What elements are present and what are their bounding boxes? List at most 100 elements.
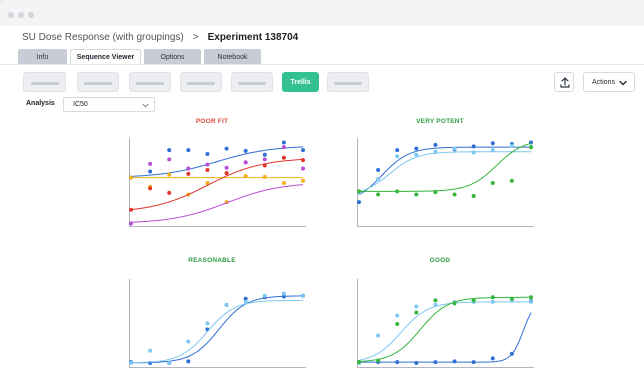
- data-point[interactable]: [357, 360, 361, 365]
- data-point[interactable]: [433, 360, 438, 365]
- data-point[interactable]: [205, 151, 210, 156]
- data-point[interactable]: [129, 175, 133, 180]
- data-point[interactable]: [205, 321, 210, 326]
- export-button[interactable]: [554, 72, 574, 92]
- data-point[interactable]: [262, 152, 267, 157]
- toolbar-button[interactable]: [231, 72, 273, 92]
- data-point[interactable]: [262, 174, 267, 179]
- data-point[interactable]: [148, 169, 153, 174]
- data-point[interactable]: [281, 145, 286, 150]
- data-point[interactable]: [490, 141, 495, 146]
- data-point[interactable]: [167, 190, 172, 195]
- data-point[interactable]: [509, 296, 514, 301]
- analysis-select[interactable]: IC50: [63, 97, 155, 112]
- data-point[interactable]: [395, 148, 400, 153]
- data-point[interactable]: [509, 351, 514, 356]
- data-point[interactable]: [281, 291, 286, 296]
- data-point[interactable]: [167, 157, 172, 162]
- toolbar-button[interactable]: [129, 72, 171, 92]
- data-point[interactable]: [148, 186, 153, 191]
- data-point[interactable]: [129, 221, 133, 226]
- data-point[interactable]: [281, 140, 286, 145]
- data-point[interactable]: [433, 298, 438, 303]
- data-point[interactable]: [129, 207, 133, 212]
- data-point[interactable]: [224, 146, 229, 151]
- data-point[interactable]: [433, 190, 438, 195]
- data-point[interactable]: [357, 189, 361, 194]
- data-point[interactable]: [301, 293, 305, 298]
- data-point[interactable]: [376, 177, 381, 182]
- data-point[interactable]: [490, 356, 495, 361]
- data-point[interactable]: [186, 171, 191, 176]
- data-point[interactable]: [414, 304, 419, 309]
- data-point[interactable]: [167, 148, 172, 153]
- toolbar-button[interactable]: [77, 72, 119, 92]
- data-point[interactable]: [414, 152, 419, 157]
- toolbar-button[interactable]: [180, 72, 222, 92]
- data-point[interactable]: [471, 150, 476, 155]
- actions-button[interactable]: Actions: [583, 72, 635, 92]
- data-point[interactable]: [186, 339, 191, 344]
- data-point[interactable]: [509, 178, 514, 183]
- data-point[interactable]: [224, 171, 229, 176]
- tab-notebook[interactable]: Notebook: [204, 49, 261, 65]
- data-point[interactable]: [148, 348, 153, 353]
- data-point[interactable]: [471, 144, 476, 149]
- data-point[interactable]: [395, 154, 400, 159]
- data-point[interactable]: [490, 299, 495, 304]
- data-point[interactable]: [301, 148, 305, 153]
- tab-info[interactable]: Info: [18, 49, 67, 65]
- data-point[interactable]: [395, 189, 400, 194]
- data-point[interactable]: [452, 192, 457, 197]
- data-point[interactable]: [243, 174, 248, 179]
- window-dot-icon[interactable]: [8, 12, 14, 18]
- data-point[interactable]: [262, 157, 267, 162]
- window-dot-icon[interactable]: [18, 12, 24, 18]
- tab-options[interactable]: Options: [144, 49, 201, 65]
- data-point[interactable]: [433, 302, 438, 307]
- trellis-button[interactable]: Trellis: [282, 72, 319, 92]
- data-point[interactable]: [376, 333, 381, 338]
- data-point[interactable]: [186, 148, 191, 153]
- window-dot-icon[interactable]: [28, 12, 34, 18]
- data-point[interactable]: [395, 322, 400, 326]
- data-point[interactable]: [262, 163, 267, 168]
- toolbar-button[interactable]: [23, 72, 66, 92]
- data-point[interactable]: [490, 148, 495, 153]
- tab-sequence-viewer[interactable]: Sequence Viewer: [70, 49, 141, 65]
- data-point[interactable]: [376, 358, 381, 363]
- data-point[interactable]: [205, 162, 210, 167]
- data-point[interactable]: [471, 298, 476, 303]
- data-point[interactable]: [452, 301, 457, 306]
- data-point[interactable]: [452, 146, 457, 151]
- data-point[interactable]: [243, 148, 248, 153]
- data-point[interactable]: [205, 168, 210, 173]
- data-point[interactable]: [224, 165, 229, 170]
- data-point[interactable]: [414, 192, 419, 197]
- data-point[interactable]: [509, 143, 514, 148]
- data-point[interactable]: [281, 181, 286, 185]
- data-point[interactable]: [167, 360, 172, 365]
- data-point[interactable]: [433, 142, 438, 147]
- toolbar-button[interactable]: [327, 72, 369, 92]
- data-point[interactable]: [414, 360, 419, 365]
- data-point[interactable]: [529, 295, 533, 300]
- data-point[interactable]: [262, 293, 267, 298]
- data-point[interactable]: [376, 168, 381, 173]
- data-point[interactable]: [471, 360, 476, 365]
- data-point[interactable]: [395, 313, 400, 318]
- data-point[interactable]: [148, 161, 153, 166]
- data-point[interactable]: [243, 160, 248, 165]
- breadcrumb-root[interactable]: SU Dose Response (with groupings): [22, 32, 184, 43]
- data-point[interactable]: [301, 166, 305, 171]
- data-point[interactable]: [414, 310, 419, 315]
- data-point[interactable]: [281, 155, 286, 160]
- data-point[interactable]: [490, 295, 495, 300]
- data-point[interactable]: [529, 145, 533, 150]
- data-point[interactable]: [395, 360, 400, 365]
- data-point[interactable]: [186, 166, 191, 171]
- data-point[interactable]: [301, 158, 305, 163]
- data-point[interactable]: [490, 181, 495, 185]
- data-point[interactable]: [301, 178, 305, 183]
- data-point[interactable]: [433, 149, 438, 154]
